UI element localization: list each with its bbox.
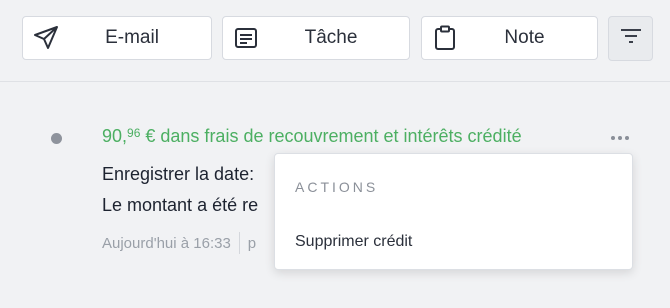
entry-amount-cents: 96 xyxy=(127,126,141,140)
note-button-label: Note xyxy=(504,27,545,48)
meta-divider xyxy=(238,232,240,254)
delete-credit-menu-item[interactable]: Supprimer crédit xyxy=(275,222,632,262)
entry-title: 90,96 € dans frais de recouvrement et in… xyxy=(102,126,522,147)
filter-icon xyxy=(619,26,643,51)
entry-meta: Aujourd'hui à 16:33 p xyxy=(102,232,256,254)
entry-timestamp: Aujourd'hui à 16:33 xyxy=(102,234,231,252)
actions-dropdown: ACTIONS Supprimer crédit xyxy=(274,153,633,270)
more-options-button[interactable] xyxy=(604,127,636,149)
activity-toolbar: E-mail Tâche Note xyxy=(0,0,670,82)
email-button[interactable]: E-mail xyxy=(22,16,212,60)
timeline-dot xyxy=(51,133,62,144)
clipboard-icon xyxy=(432,25,458,51)
email-button-label: E-mail xyxy=(105,27,159,48)
filter-button[interactable] xyxy=(608,16,653,61)
actions-heading: ACTIONS xyxy=(295,179,379,195)
entry-title-text: € dans frais de recouvrement et intérêts… xyxy=(140,126,522,146)
entry-amount-main: 90, xyxy=(102,126,128,146)
task-button-label: Tâche xyxy=(304,27,358,48)
entry-line-date: Enregistrer la date: xyxy=(102,164,255,184)
entry-meta-tail: p xyxy=(247,234,257,252)
task-button[interactable]: Tâche xyxy=(222,16,410,60)
task-icon xyxy=(233,25,259,51)
entry-line-amount: Le montant a été re xyxy=(102,195,259,215)
more-horizontal-icon xyxy=(611,136,629,140)
send-icon xyxy=(33,25,59,51)
note-button[interactable]: Note xyxy=(421,16,598,60)
